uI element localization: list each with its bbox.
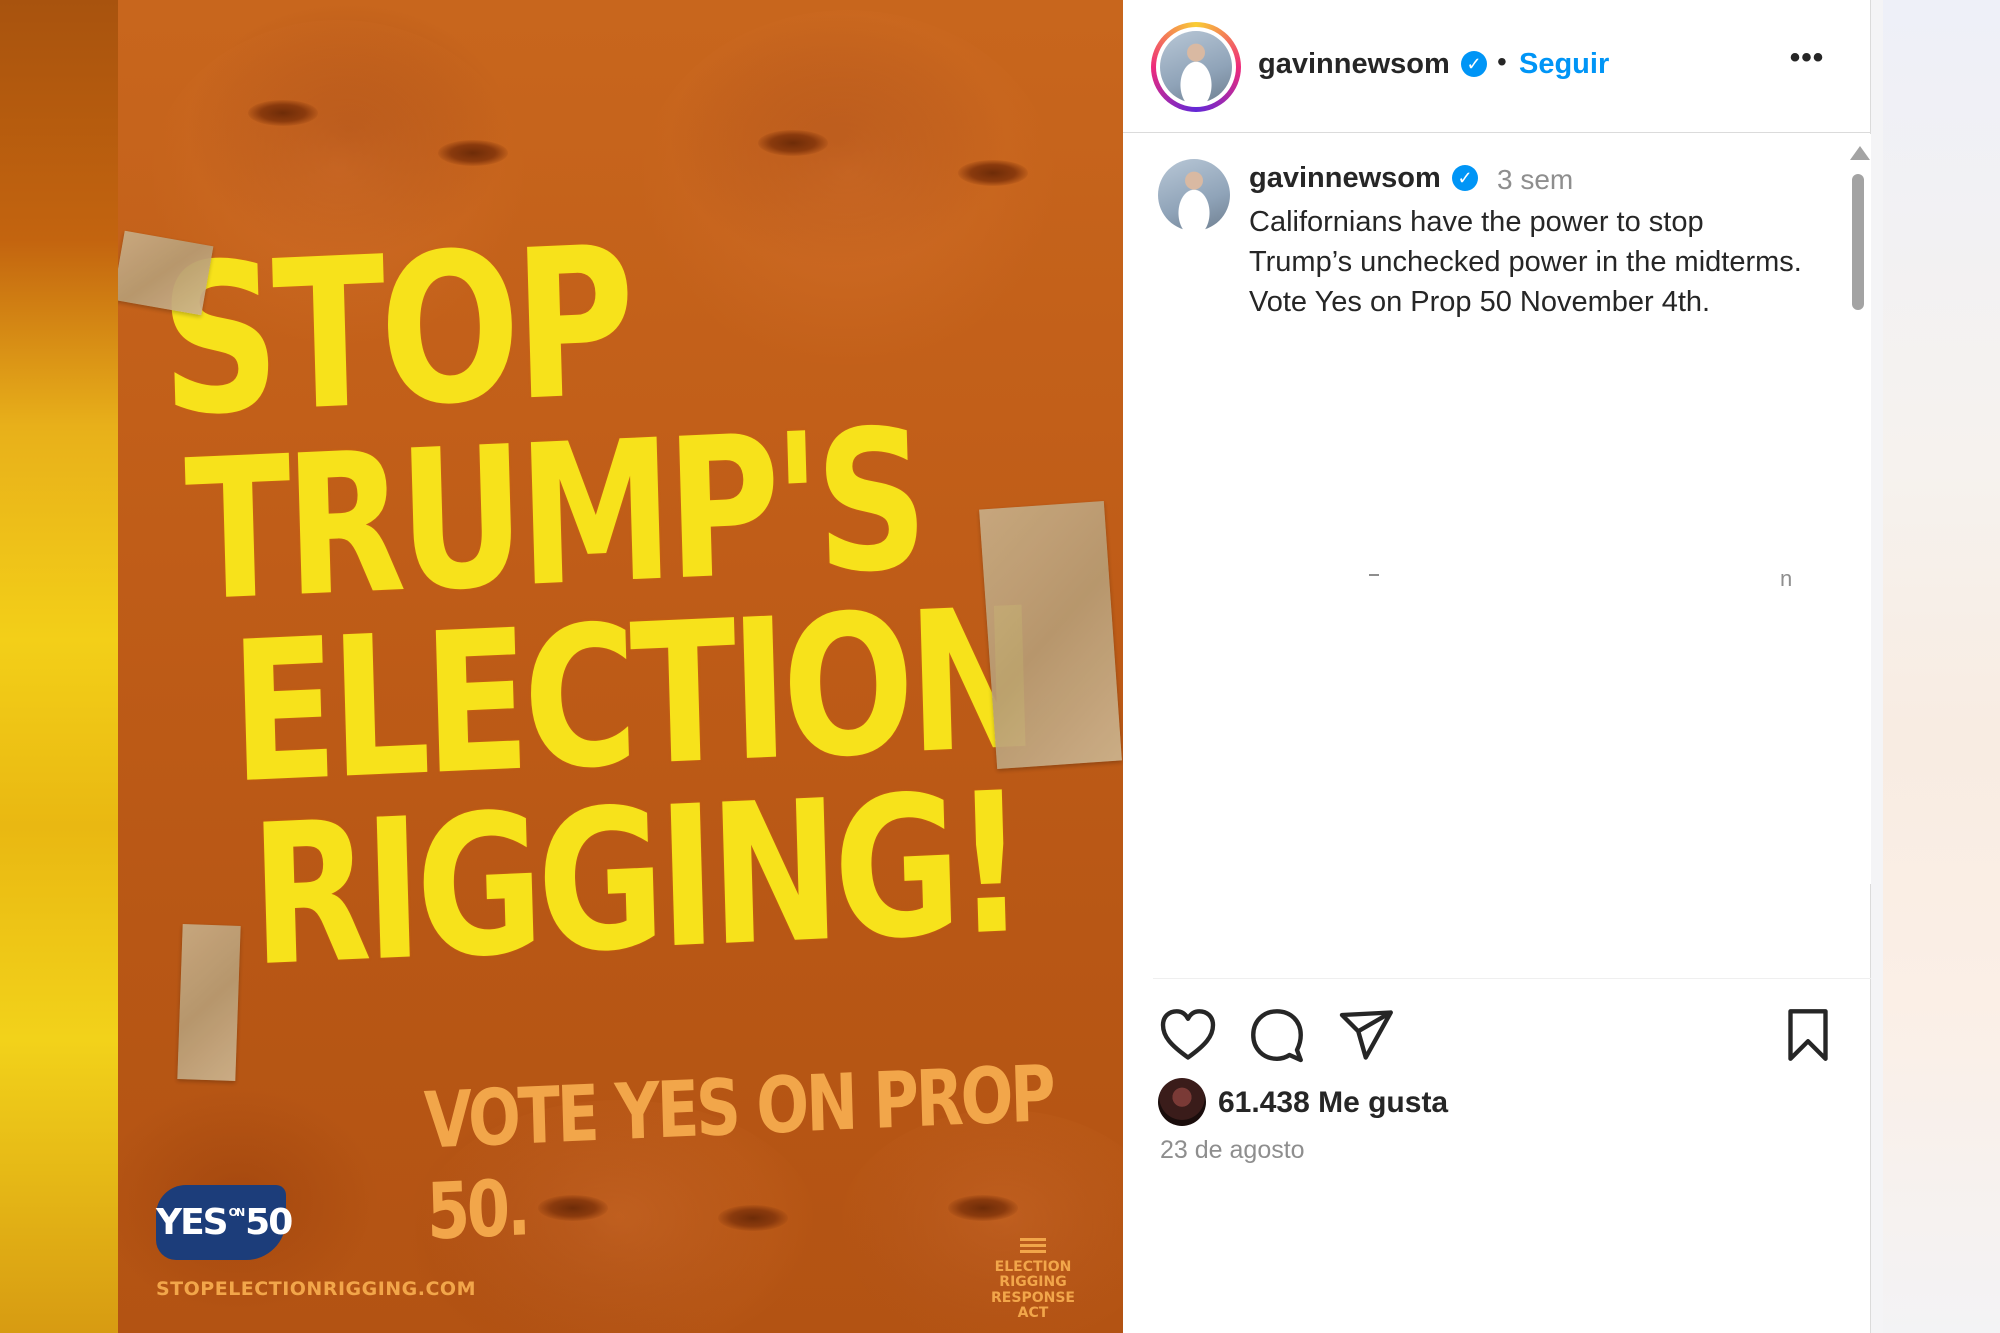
post-details-panel: gavinnewsom ✓ • Seguir ••• gavinnewsom ✓… — [1123, 0, 1871, 1333]
paper-plane-icon[interactable] — [1337, 1005, 1397, 1065]
scrollbar[interactable] — [1845, 134, 1871, 884]
act-logo-line: ELECTION RIGGING — [994, 1259, 1072, 1291]
separator-dot: • — [1497, 46, 1507, 77]
poster-headline: STOP TRUMP'S ELECTION RIGGING! — [148, 202, 1123, 1010]
loading-artifact-text: n — [1780, 566, 1793, 591]
header-username[interactable]: gavinnewsom — [1258, 48, 1450, 81]
face-eye — [758, 130, 828, 156]
caption-text: Californians have the power to stop Trum… — [1249, 206, 1802, 318]
scroll-thumb[interactable] — [1852, 174, 1864, 310]
verified-badge-icon: ✓ — [1452, 165, 1478, 191]
poster-subline: VOTE YES ON PROP 50. — [423, 1047, 1054, 1258]
face-eye — [438, 140, 508, 166]
avatar-photo — [1160, 31, 1232, 103]
verified-badge-icon: ✓ — [1461, 51, 1487, 77]
flag-icon — [1020, 1238, 1046, 1254]
caption-avatar[interactable] — [1158, 159, 1230, 231]
headline-line: RIGGING! — [248, 750, 1023, 1010]
comment-bubble-icon[interactable] — [1247, 1005, 1307, 1065]
more-options-icon[interactable]: ••• — [1785, 43, 1829, 80]
blurred-backdrop-right — [1883, 0, 2000, 1333]
election-act-logo: ELECTION RIGGING RESPONSE ACT — [978, 1238, 1088, 1322]
liker-avatar[interactable] — [1158, 1078, 1206, 1126]
comments-scroll-area[interactable]: gavinnewsom ✓ 3 sem Californians have th… — [1123, 134, 1845, 884]
blurred-backdrop-left — [0, 0, 118, 1333]
caption-timestamp[interactable]: 3 sem — [1497, 164, 1573, 196]
yes-on-50-logo: YES ON50 — [156, 1185, 293, 1260]
post-date[interactable]: 23 de agosto — [1160, 1136, 1305, 1165]
poster-website: STOPELECTIONRIGGING.COM — [156, 1278, 476, 1300]
logo-number: 50 — [245, 1202, 293, 1243]
bookmark-icon[interactable] — [1778, 1005, 1838, 1065]
act-logo-line: RESPONSE ACT — [991, 1289, 1075, 1322]
logo-on: ON — [228, 1206, 246, 1219]
divider — [1153, 978, 1871, 979]
tape-strip — [118, 230, 214, 316]
logo-yes: YES — [156, 1202, 229, 1243]
tape-strip — [177, 924, 241, 1081]
likes-count[interactable]: 61.438 Me gusta — [1218, 1086, 1448, 1120]
caption-username[interactable]: gavinnewsom — [1249, 162, 1441, 195]
scroll-up-arrow-icon[interactable] — [1850, 146, 1870, 160]
post-header: gavinnewsom ✓ • Seguir ••• — [1123, 0, 1871, 133]
face-eye — [248, 100, 318, 126]
follow-button[interactable]: Seguir — [1519, 48, 1609, 81]
face-eye — [958, 160, 1028, 186]
header-avatar[interactable] — [1151, 22, 1241, 112]
tape-strip — [979, 500, 1122, 770]
loading-artifact — [1369, 574, 1379, 576]
post-image[interactable]: STOP TRUMP'S ELECTION RIGGING! VOTE YES … — [118, 0, 1123, 1333]
heart-icon[interactable] — [1158, 1005, 1218, 1065]
